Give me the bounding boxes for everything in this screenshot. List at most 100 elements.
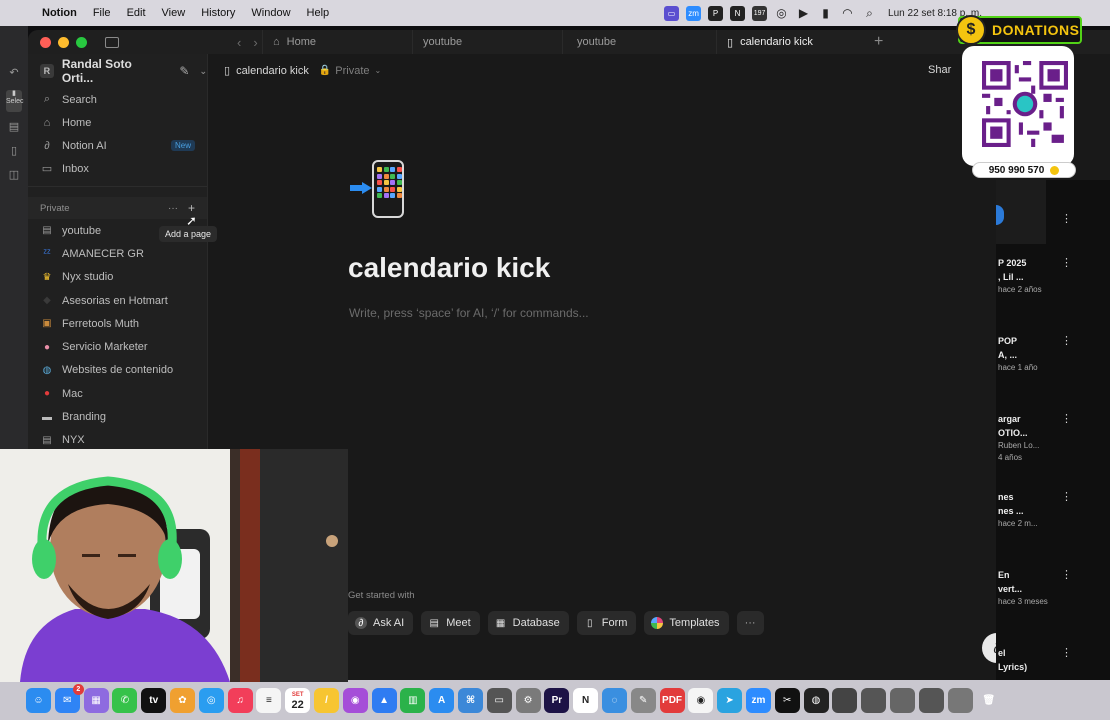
sidebar-page-item[interactable]: ᶻᶻ AMANECER GR [28,242,207,265]
capcut-icon[interactable]: ✂ [774,687,800,713]
chevron-down-icon[interactable]: ⌄ [199,66,207,77]
keynote-icon[interactable]: ▲ [371,687,397,713]
settings-icon[interactable]: ⚙ [515,687,541,713]
zoom-icon[interactable]: zm [745,687,771,713]
zoom-window-button[interactable] [76,36,87,48]
select-tool-icon[interactable]: ▮ Selec [6,90,24,112]
menu-help[interactable]: Help [299,7,338,19]
breadcrumb-page[interactable]: calendario kick [236,65,309,77]
more-options-icon[interactable]: ⋮ [1061,568,1072,581]
ask-ai-button[interactable]: ∂ Ask AI [348,611,414,635]
database-button[interactable]: ▦ Database [487,611,569,635]
new-page-edit-icon[interactable]: ✎ [179,64,189,78]
notification-badge-icon[interactable]: 197 [752,5,768,21]
tab-youtube-2[interactable]: youtube [562,30,712,54]
private-section-header[interactable]: Private ··· + [28,197,207,219]
menu-history[interactable]: History [193,7,243,19]
video-item[interactable]: nes nes ... hace 2 m... ⋮ [996,490,1110,530]
video-item[interactable]: En vert... hace 3 meses ⋮ [996,568,1110,608]
undo-icon[interactable]: ↶ [6,66,22,82]
recent-window-4[interactable] [918,687,944,713]
sidebar-page-item[interactable]: ● Mac [28,382,207,405]
recent-window-5[interactable] [947,687,973,713]
messages-icon[interactable]: ✆ [112,687,138,713]
more-options-icon[interactable]: ⋮ [1061,646,1072,659]
tab-youtube-1[interactable]: youtube [412,30,562,54]
notion-icon[interactable]: N [573,687,599,713]
more-actions-button[interactable]: ··· [736,611,764,635]
close-window-button[interactable] [40,36,51,48]
menu-window[interactable]: Window [243,7,298,19]
pen-icon[interactable]: ✎ [630,687,656,713]
app-store-icon[interactable]: A [429,687,455,713]
back-arrow-icon[interactable]: ‹ [237,35,241,50]
chevron-down-icon[interactable]: ⌄ [375,66,382,75]
tab-home[interactable]: ⌂ Home [262,30,412,54]
apple-tv-icon[interactable]: tv [141,687,167,713]
battery-icon[interactable]: ▮ [818,6,833,21]
calendar-icon[interactable]: SET 22 [285,687,311,713]
sidebar-page-item[interactable]: ● Servicio Marketer [28,335,207,358]
numbers-icon[interactable]: ▥ [400,687,426,713]
premiere-icon[interactable]: Pr [544,687,570,713]
sidebar-item-home[interactable]: ⌂ Home [28,111,207,134]
safari-icon[interactable]: ◎ [198,687,224,713]
screenshot-icon[interactable]: ▭ [486,687,512,713]
search-icon[interactable]: ⌕ [862,6,877,21]
more-options-icon[interactable]: ⋮ [1061,334,1072,347]
sidebar-page-item[interactable]: ◆ Asesorias en Hotmart [28,289,207,312]
more-options-icon[interactable]: ⋮ [1061,412,1072,425]
recent-window-1[interactable] [832,687,858,713]
video-thumbnail[interactable] [996,180,1046,244]
video-item[interactable]: argar OTIO... Ruben Lo... 4 años ⋮ [996,412,1110,464]
tab-calendario-kick[interactable]: ▯ calendario kick [716,30,866,54]
meet-button[interactable]: ▤ Meet [421,611,480,635]
menu-view[interactable]: View [154,7,194,19]
play-icon[interactable]: ▶ [796,6,811,21]
more-options-icon[interactable]: ⋮ [1061,212,1072,225]
form-button[interactable]: ▯ Form [576,611,637,635]
airdrop-icon[interactable]: ◎ [774,6,789,21]
more-options-icon[interactable]: ··· [168,203,178,214]
sidebar-item-notion-ai[interactable]: ∂ Notion AI New [28,134,207,157]
video-item[interactable]: P 2025 , Lil ... hace 2 años ⋮ [996,256,1110,296]
more-options-icon[interactable]: ⋮ [1061,490,1072,503]
mail-icon[interactable]: ✉ 2 [54,683,84,713]
pdf-icon[interactable]: PDF [659,687,685,713]
pdf-icon[interactable]: P [708,5,724,21]
page-title[interactable]: calendario kick [348,252,550,284]
sidebar-page-item[interactable]: ▬ Branding [28,405,207,428]
finder-search-icon[interactable]: ◌ [601,687,627,713]
launchpad-icon[interactable]: ▦ [83,687,109,713]
forward-arrow-icon[interactable]: › [253,35,257,50]
display-icon[interactable]: ▭ [664,5,680,21]
notes-icon[interactable]: / [313,687,339,713]
podcasts-icon[interactable]: ◉ [342,687,368,713]
video-item[interactable]: POP A, ... hace 1 año ⋮ [996,334,1110,374]
wifi-icon[interactable]: ◠ [840,6,855,21]
sidebar-item-inbox[interactable]: ▭ Inbox [28,157,207,180]
new-tab-icon[interactable]: + [874,33,883,51]
zoom-icon[interactable]: zm [686,5,702,21]
sidebar-item-search[interactable]: ⌕ Search [28,88,207,111]
sidebar-page-item[interactable]: ▣ Ferretools Muth [28,312,207,335]
reminders-icon[interactable]: ≡ [256,687,282,713]
privacy-label[interactable]: Private [335,65,369,77]
sidebar-page-item[interactable]: ◍ Websites de contenido [28,359,207,382]
templates-button[interactable]: Templates [644,611,729,635]
bookmark-icon[interactable]: ▯ [6,144,22,160]
minimize-window-button[interactable] [58,36,69,48]
recent-window-2[interactable] [861,687,887,713]
editor-placeholder[interactable]: Write, press ‘space’ for AI, ‘/’ for com… [349,306,589,320]
sidebar-page-item[interactable]: ♛ Nyx studio [28,266,207,289]
photos-icon[interactable]: ✿ [169,687,195,713]
menu-app-name[interactable]: Notion [34,7,85,19]
page-emoji-phone-icon[interactable] [350,160,404,218]
preview-icon[interactable]: ⌘ [457,687,483,713]
telegram-icon[interactable]: ➤ [717,687,743,713]
video-item[interactable]: el Lyrics) ⋮ [996,646,1110,674]
more-options-icon[interactable]: ⋮ [1061,256,1072,269]
trash-icon[interactable]: 🗑 [976,688,1001,713]
finder-icon[interactable]: ☺ [26,687,51,713]
menu-file[interactable]: File [85,7,119,19]
